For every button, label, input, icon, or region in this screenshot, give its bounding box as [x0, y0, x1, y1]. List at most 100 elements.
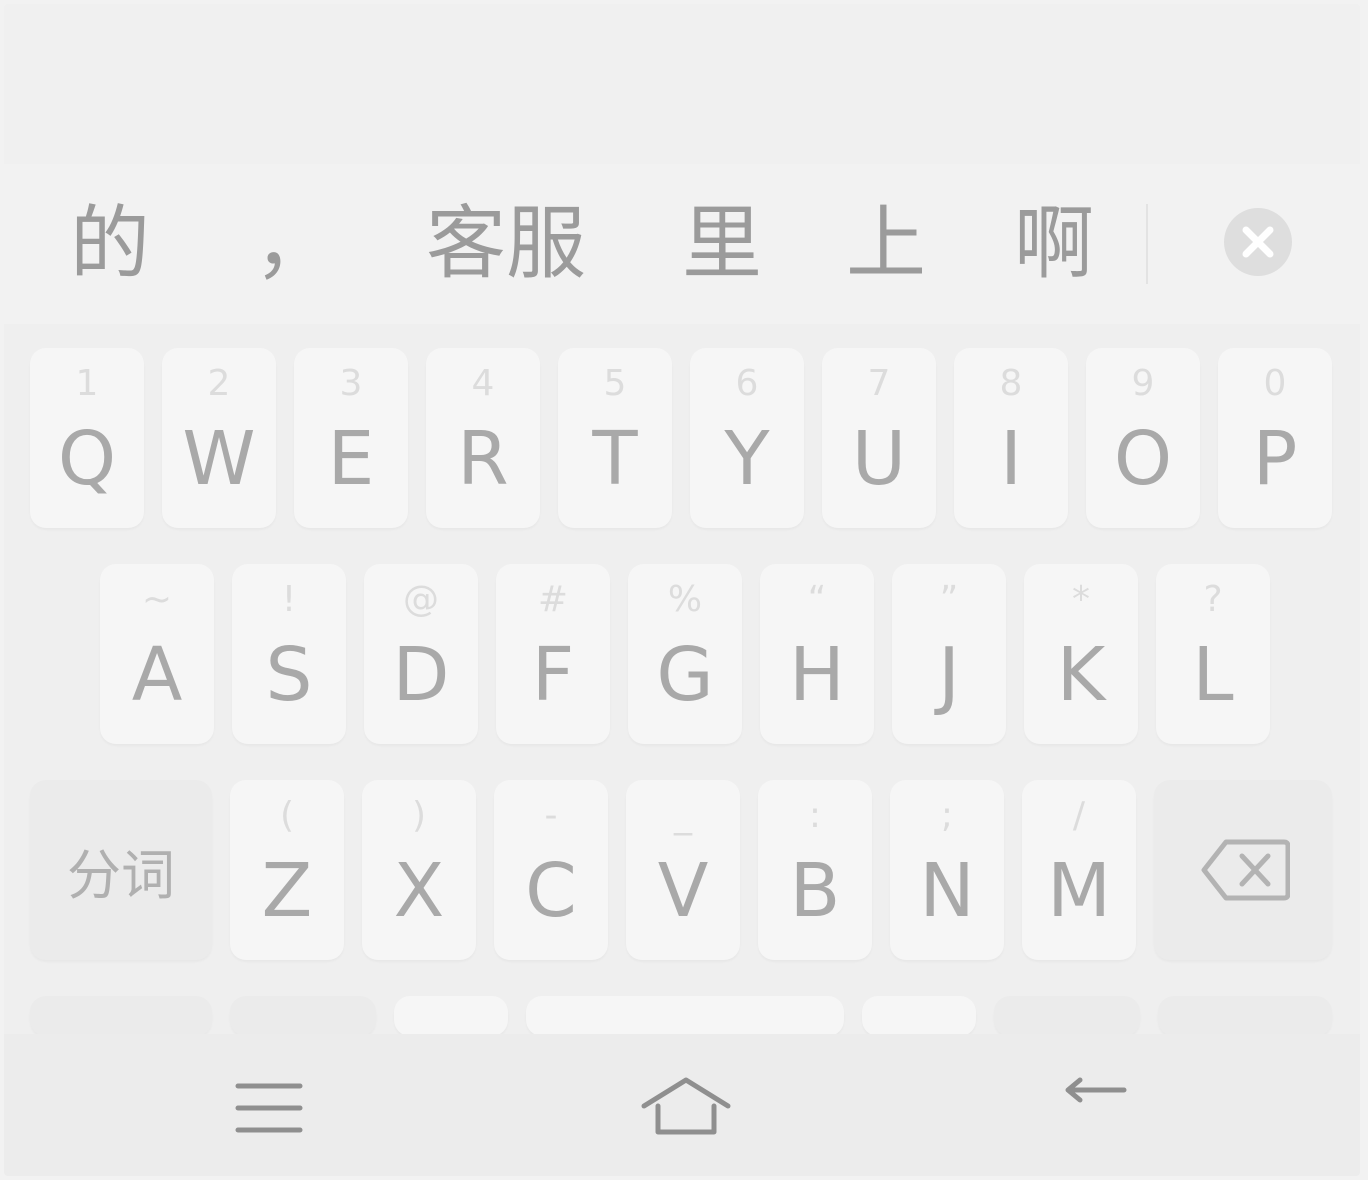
space-key[interactable] [526, 996, 844, 1036]
candidate-5[interactable]: 啊 [1014, 194, 1094, 294]
bottom-key-7[interactable] [1158, 996, 1332, 1036]
bottom-key-3[interactable] [394, 996, 508, 1036]
key-j[interactable]: ” J [892, 564, 1006, 744]
key-b[interactable]: : B [758, 780, 872, 960]
key-hint: _ [674, 795, 692, 836]
key-hint: * [1072, 579, 1090, 620]
key-hint: : [808, 795, 822, 836]
key-hint: “ [807, 579, 827, 620]
key-p[interactable]: 0 P [1218, 348, 1332, 528]
bottom-key-6[interactable] [994, 996, 1140, 1036]
bottom-key-5[interactable] [862, 996, 976, 1036]
key-hint: ! [281, 579, 297, 620]
navigation-bar [4, 1034, 1360, 1176]
key-d[interactable]: @ D [364, 564, 478, 744]
key-f[interactable]: # F [496, 564, 610, 744]
key-o[interactable]: 9 O [1086, 348, 1200, 528]
key-g[interactable]: % G [628, 564, 742, 744]
key-letter: C [525, 848, 577, 934]
key-hint: 6 [735, 363, 759, 404]
key-letter: D [392, 632, 450, 718]
key-letter: E [327, 416, 375, 502]
segment-button[interactable]: 分词 [30, 780, 212, 960]
key-letter: H [789, 632, 845, 718]
key-hint: 1 [75, 363, 99, 404]
key-r[interactable]: 4 R [426, 348, 540, 528]
key-e[interactable]: 3 E [294, 348, 408, 528]
candidate-0[interactable]: 的 [70, 194, 150, 294]
key-hint: 0 [1263, 363, 1287, 404]
bottom-key-2[interactable] [230, 996, 376, 1036]
key-hint: 4 [471, 363, 495, 404]
key-n[interactable]: ; N [890, 780, 1004, 960]
key-letter: I [1000, 416, 1022, 502]
key-hint: # [537, 579, 569, 620]
candidate-3[interactable]: 里 [682, 194, 762, 294]
key-c[interactable]: - C [494, 780, 608, 960]
key-s[interactable]: ! S [232, 564, 346, 744]
key-w[interactable]: 2 W [162, 348, 276, 528]
key-letter: X [393, 848, 445, 934]
key-v[interactable]: _ V [626, 780, 740, 960]
key-letter: T [592, 416, 638, 502]
key-letter: F [531, 632, 575, 718]
key-letter: G [656, 632, 714, 718]
key-hint: ) [411, 795, 427, 836]
key-hint: ? [1203, 579, 1223, 620]
key-hint: ( [279, 795, 295, 836]
key-i[interactable]: 8 I [954, 348, 1068, 528]
key-z[interactable]: ( Z [230, 780, 344, 960]
key-x[interactable]: ) X [362, 780, 476, 960]
key-t[interactable]: 5 T [558, 348, 672, 528]
key-letter: M [1047, 848, 1111, 934]
candidate-1[interactable]: ， [254, 194, 334, 294]
key-hint: 5 [603, 363, 627, 404]
keyboard: 1 Q 2 W 3 E 4 R 5 T 6 Y 7 U 8 I 9 O 0 P … [4, 324, 1360, 1036]
key-u[interactable]: 7 U [822, 348, 936, 528]
key-l[interactable]: ? L [1156, 564, 1270, 744]
segment-label: 分词 [67, 843, 175, 907]
backspace-key[interactable] [1154, 780, 1332, 960]
key-m[interactable]: / M [1022, 780, 1136, 960]
key-hint: - [544, 795, 558, 836]
close-circle-icon[interactable] [1224, 208, 1292, 276]
key-hint: 2 [207, 363, 231, 404]
candidate-2[interactable]: 客服 [426, 194, 586, 294]
backspace-icon [1201, 839, 1290, 901]
key-hint: ; [940, 795, 954, 836]
key-letter: K [1056, 632, 1106, 718]
key-letter: J [938, 632, 960, 718]
key-hint: % [667, 579, 703, 620]
key-letter: A [131, 632, 183, 718]
key-hint: ~ [141, 579, 173, 620]
key-letter: B [789, 848, 841, 934]
key-letter: P [1252, 416, 1298, 502]
menu-icon[interactable] [234, 1080, 304, 1136]
key-hint: ” [939, 579, 959, 620]
key-y[interactable]: 6 Y [690, 348, 804, 528]
key-hint: 7 [867, 363, 891, 404]
key-hint: 3 [339, 363, 363, 404]
candidate-4[interactable]: 上 [846, 194, 926, 294]
key-letter: S [265, 632, 313, 718]
home-icon[interactable] [638, 1074, 734, 1138]
key-a[interactable]: ~ A [100, 564, 214, 744]
key-hint: / [1072, 795, 1086, 836]
key-letter: Z [261, 848, 313, 934]
back-icon[interactable] [1062, 1076, 1136, 1138]
keyboard-screen: 的 ， 客服 里 上 啊 1 Q 2 W 3 E 4 R 5 T 6 Y 7 U… [4, 4, 1360, 1176]
key-q[interactable]: 1 Q [30, 348, 144, 528]
bottom-key-1[interactable] [30, 996, 212, 1036]
key-hint: 8 [999, 363, 1023, 404]
key-letter: Y [724, 416, 770, 502]
key-h[interactable]: “ H [760, 564, 874, 744]
key-letter: R [457, 416, 509, 502]
key-letter: W [182, 416, 256, 502]
input-area [4, 4, 1360, 154]
candidate-divider [1146, 204, 1148, 284]
key-letter: N [919, 848, 975, 934]
key-letter: U [851, 416, 907, 502]
key-k[interactable]: * K [1024, 564, 1138, 744]
key-hint: @ [403, 579, 439, 620]
key-letter: L [1192, 632, 1234, 718]
